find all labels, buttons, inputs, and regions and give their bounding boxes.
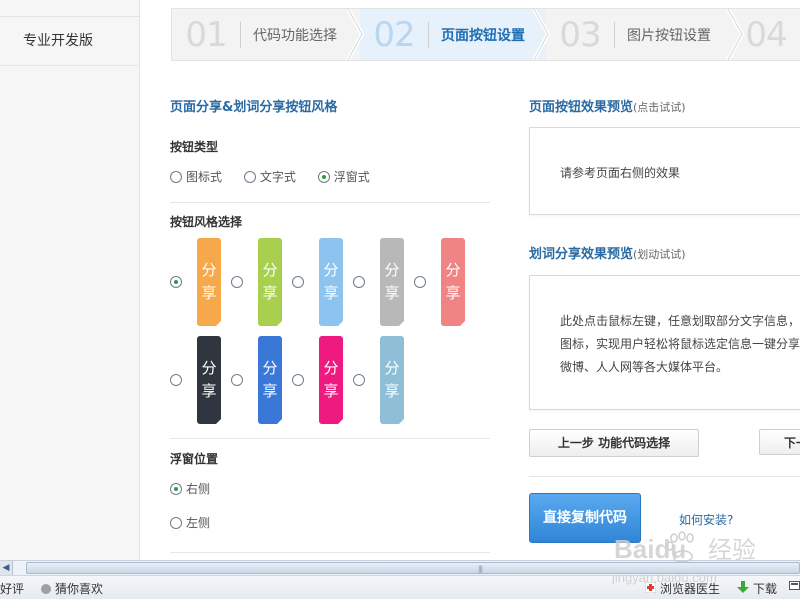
button-type-options: 图标式 文字式 浮窗式 xyxy=(170,168,388,186)
share-tab-steel-blue[interactable]: 分享 xyxy=(380,336,404,424)
step-number: 02 xyxy=(373,14,415,55)
type-option-text[interactable]: 文字式 xyxy=(243,168,296,185)
radio-button[interactable] xyxy=(353,276,365,288)
share-tab-black[interactable]: 分享 xyxy=(197,336,221,424)
page-button-preview-title: 页面按钮效果预览(点击试试) xyxy=(529,100,686,115)
share-tab-pink[interactable]: 分享 xyxy=(441,238,465,326)
sidebar-item-pro-dev[interactable]: 专业开发版 xyxy=(0,17,139,66)
step-label: 页面按钮设置 xyxy=(441,27,525,44)
divider xyxy=(529,476,800,477)
divider xyxy=(170,552,490,553)
radio-button-selected[interactable] xyxy=(170,276,182,288)
style-option-steel-blue[interactable]: 分享 xyxy=(353,336,409,426)
step-3[interactable]: 03 图片按钮设置 xyxy=(546,9,732,60)
style-option-black[interactable]: 分享 xyxy=(170,336,226,426)
float-position-title: 浮窗位置 xyxy=(170,452,219,466)
browser-status-bar: 好评 猜你喜欢 浏览器医生 下载 xyxy=(0,575,800,599)
status-rate-link[interactable]: 好评 xyxy=(0,580,24,597)
select-share-preview-box[interactable]: 此处点击鼠标左键，任意划取部分文字信息， 图标，实现用户轻松将鼠标选定信息一键分… xyxy=(529,275,800,410)
radio-button-selected[interactable] xyxy=(317,170,330,183)
float-position-left[interactable]: 左侧 xyxy=(170,514,228,532)
sidebar: 专业开发版 xyxy=(0,0,140,560)
how-to-install-link[interactable]: 如何安装? xyxy=(679,511,733,528)
status-more-icon[interactable] xyxy=(789,580,800,591)
copy-code-button[interactable]: 直接复制代码 xyxy=(529,493,641,543)
next-step-button[interactable]: 下一 xyxy=(759,429,800,455)
radio-button-selected[interactable] xyxy=(170,482,182,495)
status-browser-doctor[interactable]: 浏览器医生 xyxy=(644,580,720,597)
preview-text: 请参考页面右侧的效果 xyxy=(560,166,681,180)
style-option-magenta[interactable]: 分享 xyxy=(292,336,348,426)
step-divider xyxy=(614,21,615,48)
step-number: 01 xyxy=(185,14,227,55)
radio-button[interactable] xyxy=(353,374,365,386)
select-share-preview-title: 划词分享效果预览(划动试试) xyxy=(529,247,686,262)
radio-button[interactable] xyxy=(414,276,426,288)
style-option-gray[interactable]: 分享 xyxy=(353,238,409,328)
float-position-right[interactable]: 右侧 xyxy=(170,480,228,498)
sidebar-top-divider xyxy=(0,0,139,17)
scrollbar-thumb[interactable]: ||| xyxy=(26,562,800,574)
select-share-text[interactable]: 此处点击鼠标左键，任意划取部分文字信息， 图标，实现用户轻松将鼠标选定信息一键分… xyxy=(560,310,800,379)
step-wizard: 01 代码功能选择 02 页面按钮设置 03 图片按钮设置 04 xyxy=(171,8,800,61)
share-tab-orange[interactable]: 分享 xyxy=(197,238,221,326)
download-arrow-icon xyxy=(737,580,749,597)
step-label: 图片按钮设置 xyxy=(627,27,711,44)
medical-cross-icon xyxy=(644,581,657,596)
step-divider xyxy=(428,21,429,48)
style-option-blue[interactable]: 分享 xyxy=(231,336,287,426)
divider xyxy=(170,202,490,203)
divider xyxy=(170,438,490,439)
share-tab-blue[interactable]: 分享 xyxy=(258,336,282,424)
radio-button[interactable] xyxy=(170,374,182,386)
step-4[interactable]: 04 xyxy=(732,9,800,60)
style-option-light-blue[interactable]: 分享 xyxy=(292,238,348,328)
share-tab-green[interactable]: 分享 xyxy=(258,238,282,326)
prev-step-button[interactable]: 上一步 功能代码选择 xyxy=(529,429,699,457)
section-title-button-style: 页面分享&划词分享按钮风格 xyxy=(170,100,338,115)
radio-button[interactable] xyxy=(231,374,243,386)
scrollbar-grip-icon: ||| xyxy=(478,565,483,573)
step-label: 代码功能选择 xyxy=(253,27,337,44)
scroll-left-arrow-icon[interactable]: ◀ xyxy=(0,561,13,575)
status-guess-you-like[interactable]: 猜你喜欢 xyxy=(41,580,103,597)
page-button-preview-box[interactable]: 请参考页面右侧的效果 xyxy=(529,127,800,215)
step-2[interactable]: 02 页面按钮设置 xyxy=(360,9,546,60)
type-option-icon[interactable]: 图标式 xyxy=(170,168,222,185)
radio-button[interactable] xyxy=(170,516,182,529)
circle-icon xyxy=(41,583,51,594)
type-option-float[interactable]: 浮窗式 xyxy=(317,168,370,185)
share-tab-magenta[interactable]: 分享 xyxy=(319,336,343,424)
style-option-green[interactable]: 分享 xyxy=(231,238,287,328)
style-option-pink[interactable]: 分享 xyxy=(414,238,470,328)
button-type-title: 按钮类型 xyxy=(170,140,219,154)
radio-button[interactable] xyxy=(231,276,243,288)
step-number: 04 xyxy=(745,14,787,55)
radio-button[interactable] xyxy=(292,276,304,288)
radio-button[interactable] xyxy=(292,374,304,386)
radio-button[interactable] xyxy=(170,170,182,183)
status-download[interactable]: 下载 xyxy=(737,580,777,597)
step-divider xyxy=(240,21,241,48)
button-style-title: 按钮风格选择 xyxy=(170,215,243,229)
style-option-orange[interactable]: 分享 xyxy=(170,238,226,328)
step-number: 03 xyxy=(559,14,601,55)
step-1[interactable]: 01 代码功能选择 xyxy=(172,9,360,60)
share-tab-light-blue[interactable]: 分享 xyxy=(319,238,343,326)
share-tab-gray[interactable]: 分享 xyxy=(380,238,404,326)
radio-button[interactable] xyxy=(243,170,256,183)
horizontal-scrollbar[interactable]: ◀ ||| xyxy=(0,560,800,575)
